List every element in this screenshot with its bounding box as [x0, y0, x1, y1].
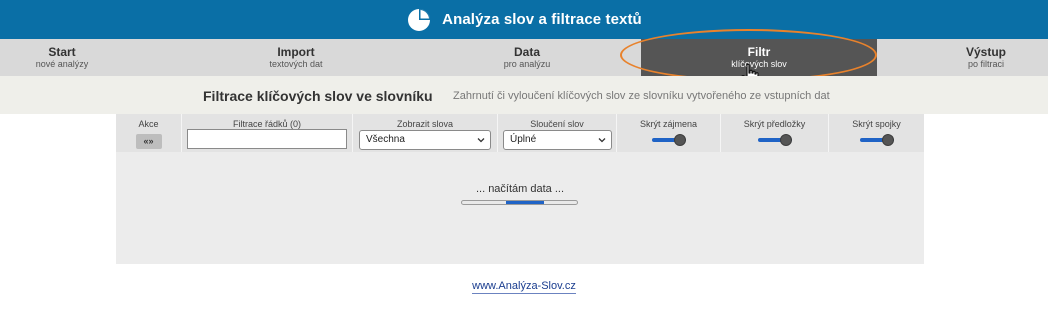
hide-prepositions-toggle[interactable]: [757, 134, 792, 146]
page-title: Filtrace klíčových slov ve slovníku: [203, 88, 433, 104]
merge-words-value: Úplné: [510, 134, 537, 145]
merge-words-cell: Sloučení slov Úplné: [498, 114, 617, 152]
nav-item-sublabel: pro analýzu: [503, 59, 551, 69]
show-words-value: Všechna: [366, 134, 405, 145]
app-header: Analýza slov a filtrace textů: [0, 0, 1048, 39]
chevron-down-icon: [598, 138, 606, 143]
hide-prepositions-cell: Skrýt předložky: [721, 114, 829, 152]
hide-prepositions-header: Skrýt předložky: [743, 119, 806, 129]
main-nav: Start nové analýzy Import textových dat …: [0, 39, 1048, 76]
akce-cell: Akce «»: [116, 114, 182, 152]
merge-words-select[interactable]: Úplné: [503, 130, 612, 150]
nav-item-sublabel: po filtraci: [967, 59, 1004, 69]
chevron-down-icon: [477, 138, 485, 143]
hide-pronouns-toggle[interactable]: [651, 134, 686, 146]
nav-item-label: Data: [513, 45, 540, 59]
nav-item-sublabel: textových dat: [269, 59, 323, 69]
loading-text: ... načítám data ...: [475, 183, 565, 195]
title-bar: Filtrace klíčových slov ve slovníku Zahr…: [0, 76, 1048, 114]
loading-progress-bar: [461, 200, 578, 205]
toggle-knob: [881, 134, 894, 146]
nav-item-vystup[interactable]: Výstup po filtraci: [924, 39, 1048, 76]
nav-item-label: Start: [48, 45, 76, 59]
show-words-cell: Zobrazit slova Všechna: [353, 114, 498, 152]
hide-pronouns-header: Skrýt zájmena: [639, 119, 698, 129]
row-filter-input[interactable]: [187, 129, 347, 149]
hide-conjunctions-header: Skrýt spojky: [852, 119, 901, 129]
nav-item-data[interactable]: Data pro analýzu: [463, 39, 591, 76]
nav-item-sublabel: nové analýzy: [35, 59, 89, 69]
footer-link-text: www.Analýza-Slov.cz: [472, 280, 576, 294]
app-title: Analýza slov a filtrace textů: [442, 11, 642, 28]
hide-pronouns-cell: Skrýt zájmena: [617, 114, 721, 152]
page-subtitle: Zahrnutí či vyloučení klíčových slov ze …: [453, 90, 830, 102]
merge-words-header: Sloučení slov: [530, 119, 584, 129]
footer-link[interactable]: www.Analýza-Slov.cz: [0, 280, 1048, 294]
hide-conjunctions-cell: Skrýt spojky: [829, 114, 924, 152]
filter-panel: Akce «» Filtrace řádků (0) Zobrazit slov…: [116, 114, 924, 264]
toggle-knob: [779, 134, 792, 146]
toggle-columns-button[interactable]: «»: [135, 134, 162, 149]
show-words-header: Zobrazit slova: [396, 119, 454, 129]
akce-header: Akce: [138, 119, 159, 129]
nav-item-label: Import: [277, 45, 315, 59]
hide-conjunctions-toggle[interactable]: [859, 134, 894, 146]
filter-row: Akce «» Filtrace řádků (0) Zobrazit slov…: [116, 114, 924, 152]
toggle-knob: [673, 134, 686, 146]
progress-indicator: [506, 201, 544, 204]
row-filter-cell: Filtrace řádků (0): [182, 114, 353, 152]
pie-chart-icon: [408, 8, 431, 31]
nav-item-label: Výstup: [965, 45, 1006, 59]
show-words-select[interactable]: Všechna: [359, 130, 491, 150]
nav-item-start[interactable]: Start nové analýzy: [0, 39, 124, 76]
nav-item-import[interactable]: Import textových dat: [232, 39, 360, 76]
